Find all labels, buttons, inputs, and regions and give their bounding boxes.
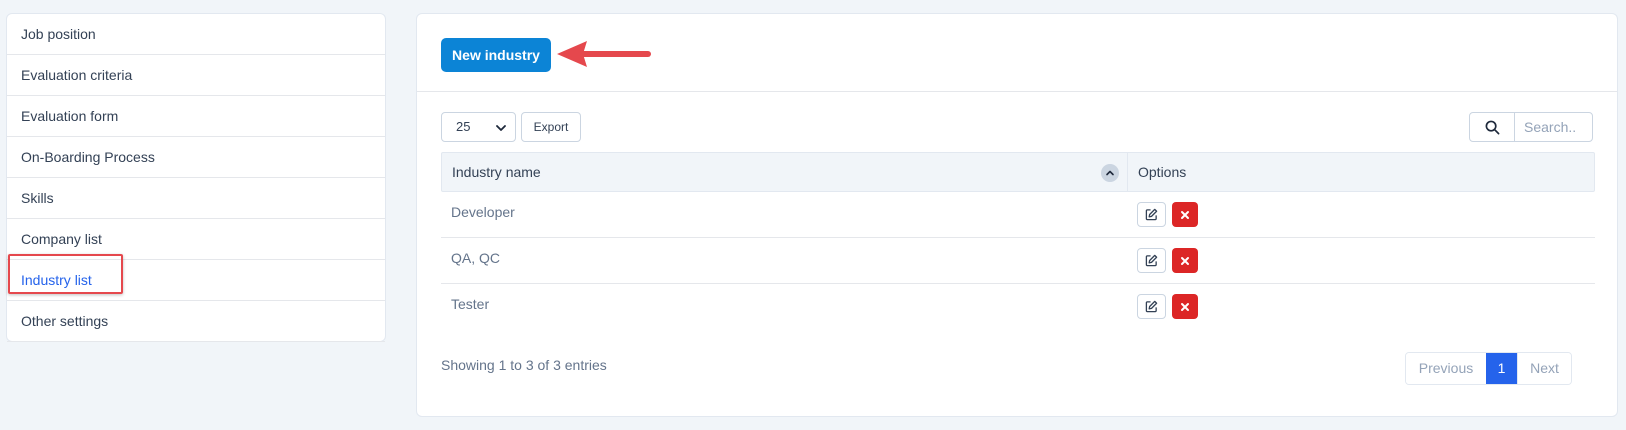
table-row: QA, QC: [441, 238, 1595, 284]
industry-name-cell: QA, QC: [451, 250, 501, 266]
close-icon: [1181, 256, 1189, 265]
industry-table: Industry name Options Developer QA, QC T…: [441, 152, 1595, 330]
options-cell: [1127, 192, 1595, 237]
close-icon: [1181, 210, 1189, 219]
settings-sidebar: Job position Evaluation criteria Evaluat…: [6, 13, 386, 342]
edit-icon: [1145, 300, 1158, 313]
close-icon: [1181, 302, 1189, 311]
sidebar-item-evaluation-form[interactable]: Evaluation form: [7, 96, 385, 137]
search-input[interactable]: [1516, 113, 1592, 141]
annotation-arrow-icon: [557, 41, 651, 67]
edit-button[interactable]: [1137, 248, 1166, 273]
edit-icon: [1145, 254, 1158, 267]
edit-button[interactable]: [1137, 202, 1166, 227]
sort-ascending-button[interactable]: [1101, 164, 1119, 182]
pagination: Previous 1 Next: [1405, 352, 1572, 385]
column-header-industry-name[interactable]: Industry name: [442, 153, 1128, 191]
delete-button[interactable]: [1172, 294, 1198, 319]
next-page-button[interactable]: Next: [1517, 353, 1571, 384]
sidebar-item-job-position[interactable]: Job position: [7, 14, 385, 55]
edit-button[interactable]: [1137, 294, 1166, 319]
delete-button[interactable]: [1172, 248, 1198, 273]
table-header: Industry name Options: [441, 152, 1595, 192]
page-1-button[interactable]: 1: [1486, 353, 1517, 384]
new-industry-button[interactable]: New industry: [441, 38, 551, 72]
export-button[interactable]: Export: [521, 112, 581, 142]
page-length-select[interactable]: 25: [441, 112, 516, 142]
sidebar-item-evaluation-criteria[interactable]: Evaluation criteria: [7, 55, 385, 96]
sidebar-item-other-settings[interactable]: Other settings: [7, 301, 385, 342]
options-cell: [1127, 238, 1595, 283]
sidebar-item-industry-list[interactable]: Industry list: [7, 260, 385, 301]
industry-name-cell: Developer: [451, 204, 515, 220]
chevron-down-icon: [496, 125, 506, 131]
table-row: Developer: [441, 192, 1595, 238]
column-header-options: Options: [1138, 164, 1187, 180]
sidebar-item-company-list[interactable]: Company list: [7, 219, 385, 260]
delete-button[interactable]: [1172, 202, 1198, 227]
industry-name-cell: Tester: [451, 296, 490, 312]
table-controls: 25 Export: [441, 112, 1593, 142]
main-panel: New industry 25 Export Indus: [416, 13, 1618, 417]
column-header-label: Industry name: [452, 164, 541, 180]
sidebar-item-skills[interactable]: Skills: [7, 178, 385, 219]
table-info: Showing 1 to 3 of 3 entries: [441, 357, 607, 373]
panel-header: New industry: [417, 14, 1617, 92]
edit-icon: [1145, 208, 1158, 221]
search-button[interactable]: [1470, 113, 1515, 141]
options-cell: [1127, 284, 1595, 330]
table-row: Tester: [441, 284, 1595, 330]
sidebar-item-onboarding-process[interactable]: On-Boarding Process: [7, 137, 385, 178]
previous-page-button[interactable]: Previous: [1406, 353, 1486, 384]
search-group: [1469, 112, 1593, 142]
chevron-up-icon: [1106, 170, 1114, 176]
page-length-value: 25: [456, 119, 471, 134]
search-icon: [1485, 120, 1499, 134]
